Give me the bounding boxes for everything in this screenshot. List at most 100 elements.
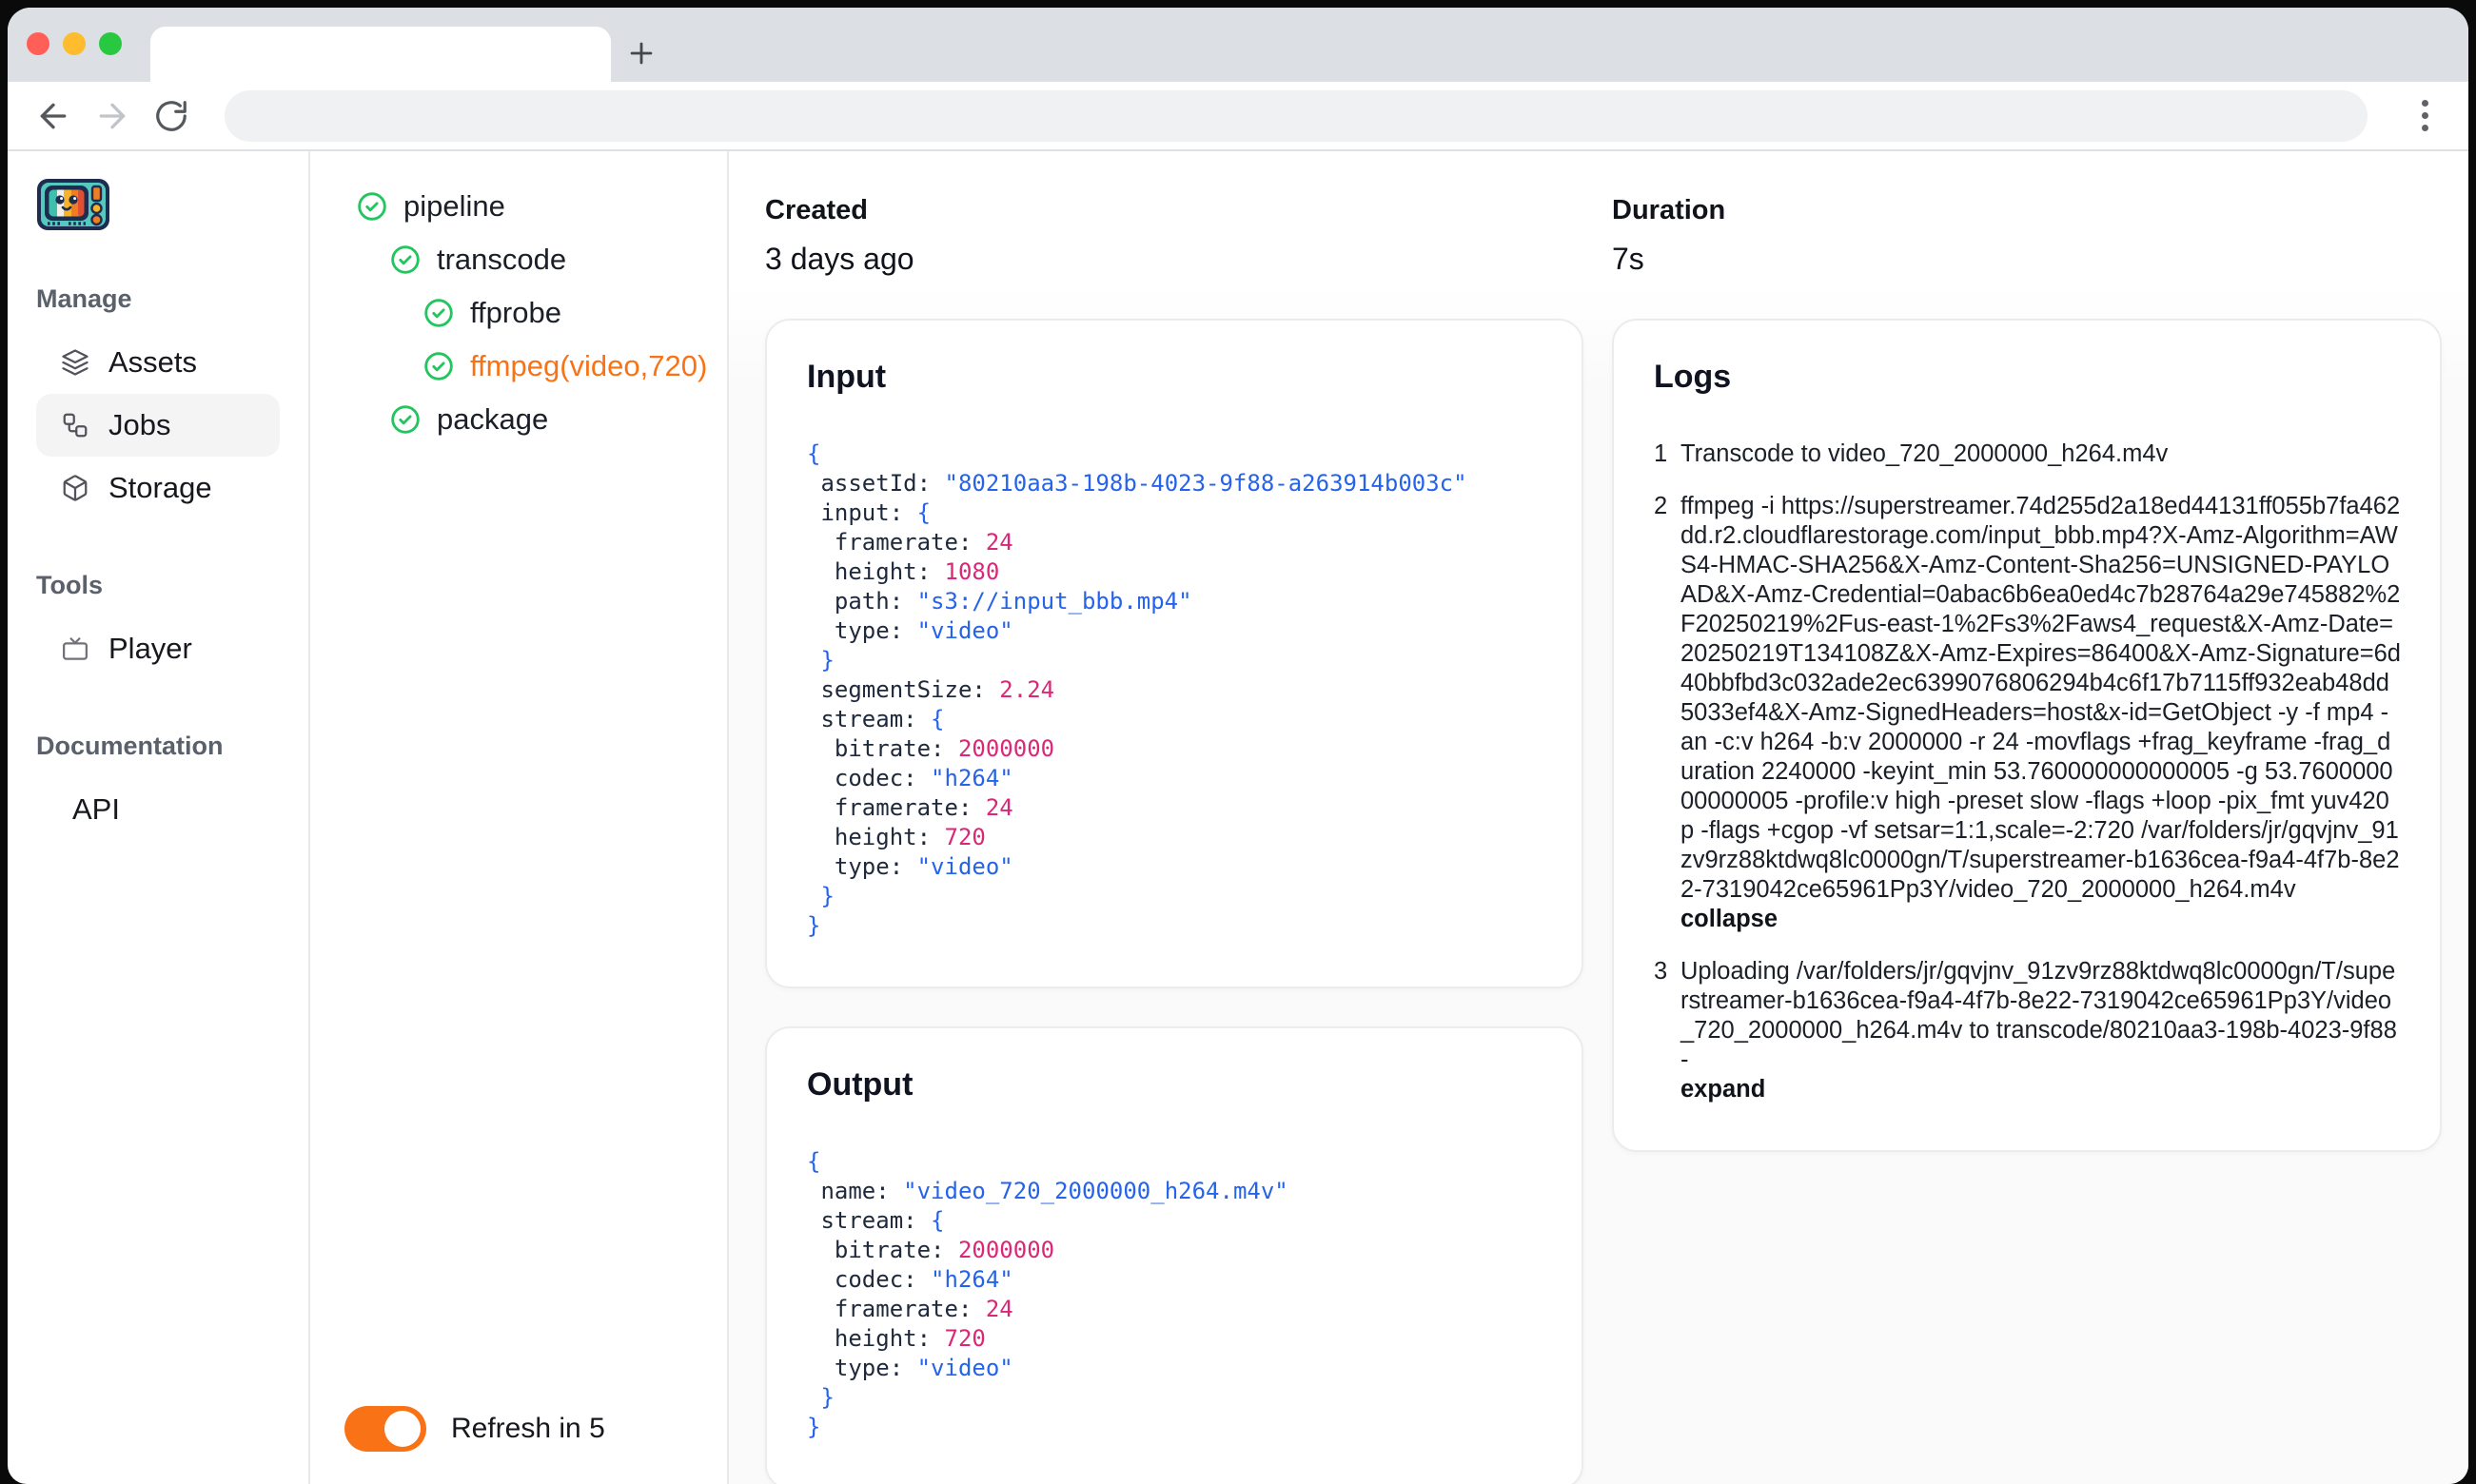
new-tab-button[interactable] — [619, 30, 664, 76]
log-text: Uploading /var/folders/jr/gqvjnv_91zv9rz… — [1680, 957, 2402, 1104]
refresh-label: Refresh in 5 — [451, 1413, 605, 1444]
forward-button[interactable] — [91, 95, 133, 137]
sidebar-item-label: Jobs — [108, 408, 171, 441]
log-entry: 3 Uploading /var/folders/jr/gqvjnv_91zv9r… — [1654, 957, 2402, 1104]
sidebar-item-label: Storage — [108, 471, 212, 504]
tv-icon — [61, 635, 89, 663]
log-list: 1 Transcode to video_720_2000000_h264.m4v… — [1654, 439, 2402, 1104]
refresh-control: Refresh in 5 — [344, 1406, 605, 1452]
box-icon — [61, 474, 89, 502]
code-line: bitrate: 2000000 — [807, 1237, 1055, 1263]
log-action-expand[interactable]: expand — [1680, 1075, 2402, 1104]
card-title: Input — [807, 359, 887, 395]
code-line: { — [807, 1148, 821, 1175]
log-number: 3 — [1654, 958, 1668, 985]
io-column: Input { assetId: "80210aa3-198b-4023-9f8… — [765, 319, 1583, 1484]
code-line: assetId: "80210aa3-198b-4023-9f88-a26391… — [807, 470, 1467, 497]
log-text: ffmpeg -i https://superstreamer.74d255d2… — [1680, 493, 2402, 934]
refresh-toggle[interactable] — [344, 1406, 426, 1452]
code-line: stream: { — [807, 1207, 945, 1234]
card-title: Output — [807, 1066, 914, 1103]
app-logo[interactable] — [36, 176, 110, 233]
tree-item-ffmpeg-video-720[interactable]: ffmpeg(video,720) — [310, 340, 727, 393]
check-circle-icon — [422, 297, 455, 329]
code-line: codec: "h264" — [807, 765, 1013, 791]
logs-card: Logs 1 Transcode to video_720_2000000_h26… — [1612, 319, 2442, 1152]
input-code-block: { assetId: "80210aa3-198b-4023-9f88-a263… — [807, 439, 1543, 941]
input-card: Input { assetId: "80210aa3-198b-4023-9f8… — [765, 319, 1583, 988]
job-meta: Created 3 days ago Duration 7s — [765, 195, 2440, 277]
job-detail-panel: Created 3 days ago Duration 7s Input { a… — [729, 151, 2468, 1484]
app-root: Manage Assets Jobs Storage Tools Player … — [8, 151, 2468, 1484]
sidebar-item-label: API — [72, 792, 120, 826]
code-line: height: 1080 — [807, 558, 1000, 585]
code-line: stream: { — [807, 706, 945, 732]
code-line: framerate: 24 — [807, 1296, 1013, 1322]
created-block: Created 3 days ago — [765, 195, 1583, 277]
reload-button[interactable] — [150, 95, 192, 137]
tree-item-label: ffprobe — [470, 296, 561, 329]
browser-toolbar — [8, 82, 2468, 151]
sidebar-item-jobs[interactable]: Jobs — [36, 394, 280, 457]
sidebar-item-storage[interactable]: Storage — [36, 457, 280, 519]
output-card: Output { name: "video_720_2000000_h264.m… — [765, 1026, 1583, 1484]
code-line: } — [807, 1414, 821, 1440]
check-circle-icon — [356, 190, 388, 223]
created-value: 3 days ago — [765, 242, 914, 276]
sidebar-item-label: Assets — [108, 345, 198, 379]
code-line: input: { — [807, 499, 932, 526]
tree-item-label: ffmpeg(video,720) — [470, 349, 708, 382]
back-button[interactable] — [32, 95, 74, 137]
traffic-light-zoom[interactable] — [99, 32, 122, 55]
code-line: framerate: 24 — [807, 794, 1013, 821]
log-action-collapse[interactable]: collapse — [1680, 905, 2402, 934]
screenshot-backdrop: Manage Assets Jobs Storage Tools Player … — [0, 0, 2476, 1484]
sidebar-item-api[interactable]: API — [36, 778, 280, 841]
code-line: } — [807, 912, 821, 939]
tree-item-package[interactable]: package — [310, 393, 727, 446]
output-code-block: { name: "video_720_2000000_h264.m4v" str… — [807, 1147, 1543, 1442]
nav-section-title-documentation: Documentation — [36, 732, 224, 760]
duration-label: Duration — [1612, 195, 1726, 225]
log-entry: 2 ffmpeg -i https://superstreamer.74d255d… — [1654, 492, 2402, 934]
code-line: framerate: 24 — [807, 529, 1013, 556]
tree-item-pipeline[interactable]: pipeline — [310, 180, 727, 233]
check-circle-icon — [422, 350, 455, 382]
tree-item-transcode[interactable]: transcode — [310, 233, 727, 286]
plus-icon — [625, 37, 658, 69]
traffic-light-minimize[interactable] — [63, 32, 86, 55]
log-entry: 1 Transcode to video_720_2000000_h264.m4v — [1654, 439, 2402, 469]
check-circle-icon — [389, 403, 422, 436]
menu-button[interactable] — [2406, 95, 2444, 137]
browser-tab[interactable] — [150, 27, 611, 82]
code-line: type: "video" — [807, 1355, 1013, 1381]
code-line: height: 720 — [807, 824, 986, 850]
nav-group-documentation: API — [36, 778, 280, 841]
tree-item-ffprobe[interactable]: ffprobe — [310, 286, 727, 340]
tree-item-label: transcode — [437, 243, 567, 276]
forward-arrow-icon — [93, 97, 131, 135]
code-line: type: "video" — [807, 617, 1013, 644]
browser-titlebar — [8, 8, 2468, 82]
sidebar: Manage Assets Jobs Storage Tools Player … — [8, 151, 310, 1484]
nav-section-title-tools: Tools — [36, 571, 103, 599]
pipeline-tree: pipeline transcode ffprobe ffmpeg(video,… — [310, 151, 729, 1484]
check-circle-icon — [389, 244, 422, 276]
log-text: Transcode to video_720_2000000_h264.m4v — [1680, 440, 2169, 467]
nav-section-title-manage: Manage — [36, 284, 132, 313]
layers-icon — [61, 348, 89, 377]
toggle-knob — [384, 1411, 421, 1447]
log-number: 2 — [1654, 493, 1668, 519]
code-line: } — [807, 1384, 835, 1411]
tree-item-label: pipeline — [403, 189, 505, 223]
sidebar-item-player[interactable]: Player — [36, 617, 280, 680]
code-line: name: "video_720_2000000_h264.m4v" — [807, 1178, 1288, 1204]
url-bar[interactable] — [225, 89, 2368, 142]
sidebar-item-assets[interactable]: Assets — [36, 331, 280, 394]
code-line: codec: "h264" — [807, 1266, 1013, 1293]
traffic-light-close[interactable] — [27, 32, 49, 55]
nav-group-manage: Assets Jobs Storage — [36, 331, 280, 519]
duration-value: 7s — [1612, 242, 1644, 276]
sidebar-item-label: Player — [108, 632, 192, 665]
code-line: type: "video" — [807, 853, 1013, 880]
